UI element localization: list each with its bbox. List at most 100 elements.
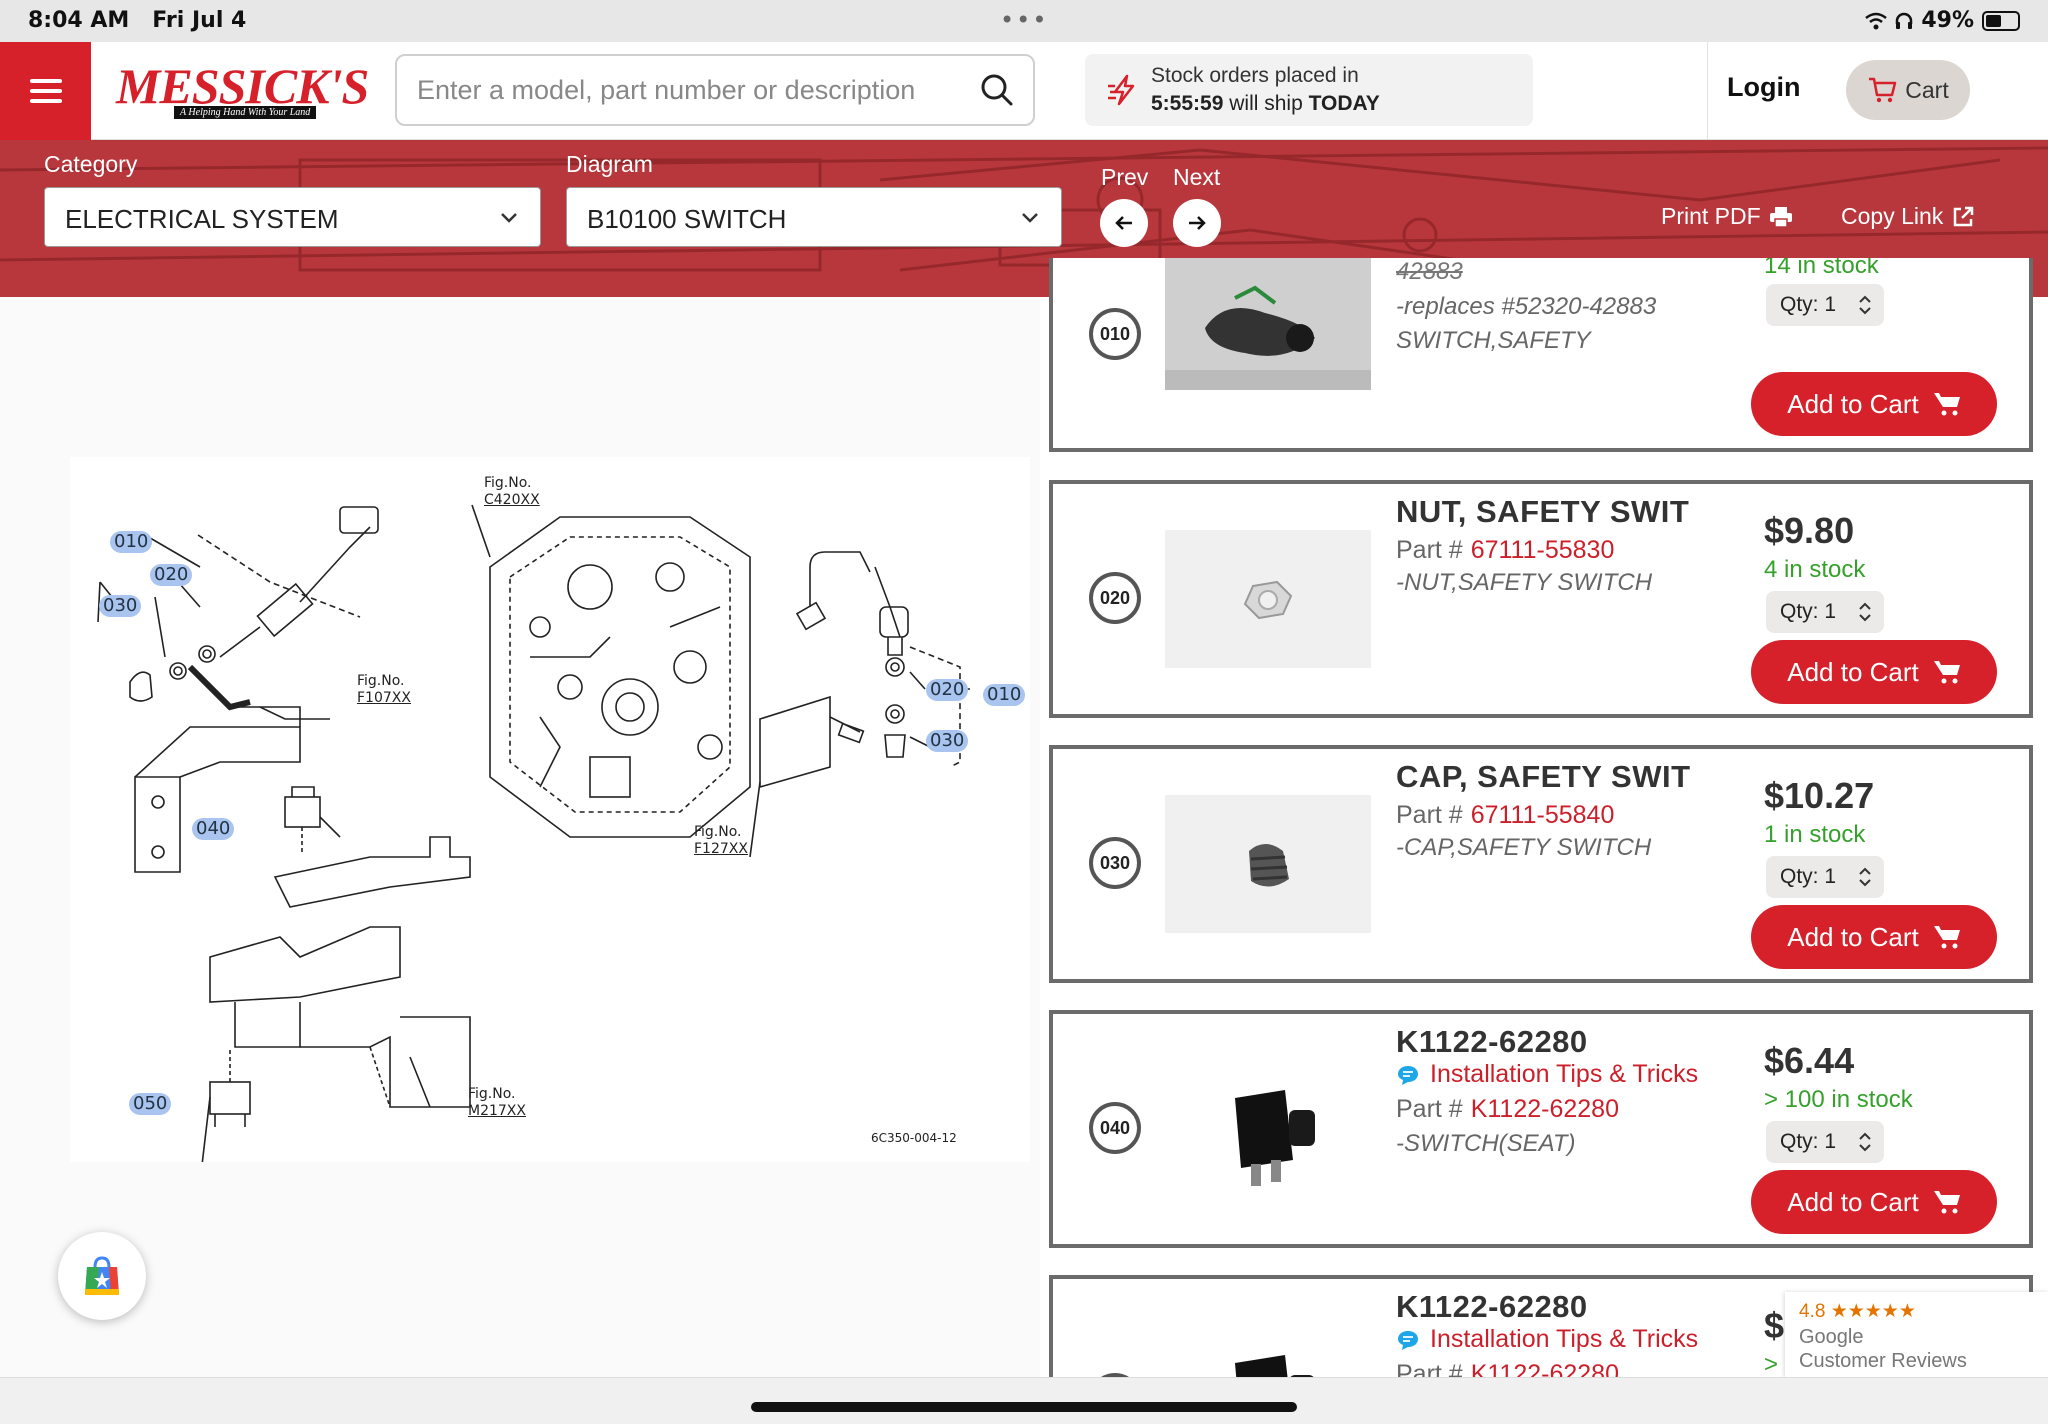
shopping-bag-icon (85, 1256, 119, 1295)
up-down-chevron-icon (1859, 602, 1871, 622)
qty-select[interactable]: Qty: 1 (1766, 1121, 1884, 1163)
parts-diagram[interactable]: 010 020 030 040 050 020 010 030 Fig.No. C… (70, 457, 1030, 1183)
part-number-label: Part # (1396, 536, 1463, 564)
review-score: 4.8 ★★★★★ (1799, 1301, 1916, 1322)
installation-tips-label: Installation Tips & Tricks (1430, 1325, 1699, 1353)
callout-010[interactable]: 010 (110, 531, 153, 553)
google-reviews-badge[interactable]: 4.8 ★★★★★ Google Customer Reviews (1785, 1292, 2048, 1377)
copy-link[interactable]: Copy Link (1841, 203, 1975, 230)
status-time: 8:04 AM Fri Jul 4 (28, 8, 246, 33)
fast-shipping-icon (1108, 74, 1135, 106)
part-name[interactable]: CAP, SAFETY SWIT (1396, 759, 1691, 795)
cart-button[interactable]: Cart (1846, 60, 1970, 120)
callout-010-right[interactable]: 010 (983, 684, 1026, 706)
cart-label: Cart (1905, 76, 1949, 103)
installation-tips-link[interactable]: Installation Tips & Tricks (1396, 1325, 1698, 1354)
up-down-chevron-icon (1859, 1132, 1871, 1152)
part-name[interactable]: NUT, SAFETY SWIT (1396, 494, 1689, 530)
part-description: SWITCH,SAFETY (1396, 327, 1591, 354)
callout-030-right[interactable]: 030 (926, 730, 969, 752)
search-box[interactable] (395, 54, 1035, 126)
part-name[interactable]: K1122-62280 (1396, 1289, 1588, 1325)
fig-f127: Fig.No. F127XX (694, 824, 748, 858)
part-image[interactable] (1165, 530, 1371, 668)
search-input[interactable] (417, 70, 957, 110)
site-logo[interactable]: MESSICK'S A Helping Hand With Your Land (116, 58, 369, 124)
cart-icon (1869, 77, 1897, 103)
fig-c420-label: Fig.No. (484, 475, 532, 491)
installation-tips-link[interactable]: Installation Tips & Tricks (1396, 1060, 1698, 1089)
part-number-link[interactable]: K1122-62280 (1471, 1360, 1619, 1377)
arrow-left-icon (1115, 216, 1132, 230)
battery-percent: 49% (1921, 8, 1974, 33)
copy-link-label: Copy Link (1841, 203, 1944, 229)
header-divider (1707, 42, 1708, 140)
qty-value: Qty: 1 (1780, 865, 1837, 888)
menu-button[interactable] (0, 42, 91, 140)
stock-status: > (1764, 1351, 1779, 1377)
stock-notice-line2: 5:55:59 will ship TODAY (1151, 92, 1380, 116)
add-to-cart-button[interactable]: Add to Cart (1751, 905, 1997, 969)
fig-m217-number: M217XX (468, 1103, 526, 1119)
up-down-chevron-icon (1859, 867, 1871, 887)
part-number: Part # 67111-55830 (1396, 536, 1614, 565)
ref-number[interactable]: 040 (1089, 1102, 1141, 1154)
part-name[interactable]: K1122-62280 (1396, 1024, 1588, 1060)
qty-select[interactable]: Qty: 1 (1766, 591, 1884, 633)
chevron-down-icon (501, 213, 517, 223)
review-label: Customer Reviews (1799, 1350, 1967, 1372)
add-to-cart-button[interactable]: Add to Cart (1751, 1170, 1997, 1234)
callout-050[interactable]: 050 (129, 1093, 172, 1115)
nut-photo (1165, 530, 1371, 668)
part-image[interactable] (1165, 258, 1371, 390)
printer-icon (1769, 206, 1792, 228)
diagram-value: B10100 SWITCH (587, 204, 787, 234)
diagram-select[interactable]: B10100 SWITCH (566, 187, 1062, 247)
ref-number[interactable]: 020 (1089, 572, 1141, 624)
part-image[interactable] (1165, 1060, 1371, 1198)
add-to-cart-button[interactable]: Add to Cart (1751, 640, 1997, 704)
qty-select[interactable]: Qty: 1 (1766, 284, 1884, 326)
part-image[interactable] (1165, 1325, 1371, 1377)
multitask-dots-icon[interactable]: ••• (1000, 6, 1048, 34)
external-link-icon (1954, 206, 1974, 226)
stock-notice-line1: Stock orders placed in (1151, 64, 1359, 87)
cap-photo (1165, 795, 1371, 933)
up-down-chevron-icon (1859, 295, 1871, 315)
callout-040[interactable]: 040 (192, 818, 235, 840)
part-card-030: 030 CAP, SAFETY SWIT Part # 67111-55840 -… (1049, 745, 2033, 983)
logo-text: MESSICK'S (116, 58, 369, 114)
time-text: 8:04 AM (28, 8, 130, 33)
login-link[interactable]: Login (1727, 72, 1800, 103)
stock-countdown: 5:55:59 (1151, 92, 1224, 115)
chat-bubble-icon (1398, 1065, 1418, 1085)
print-pdf-link[interactable]: Print PDF (1661, 203, 1793, 230)
ref-number[interactable]: 030 (1089, 837, 1141, 889)
callout-030[interactable]: 030 (99, 595, 142, 617)
fig-f107-number: F107XX (357, 690, 411, 706)
search-icon[interactable] (979, 72, 1015, 108)
part-number-link[interactable]: 67111-55840 (1471, 801, 1615, 829)
category-select[interactable]: ELECTRICAL SYSTEM (44, 187, 541, 247)
google-shopping-button[interactable] (58, 1232, 146, 1320)
prev-button[interactable] (1100, 199, 1148, 247)
part-image[interactable] (1165, 795, 1371, 933)
callout-020[interactable]: 020 (150, 564, 193, 586)
qty-value: Qty: 1 (1780, 1130, 1837, 1153)
home-indicator[interactable] (751, 1402, 1297, 1412)
ref-number[interactable]: 010 (1089, 308, 1141, 360)
part-number-label: Part # (1396, 1360, 1463, 1377)
part-price: $10.27 (1764, 775, 1875, 816)
qty-select[interactable]: Qty: 1 (1766, 856, 1884, 898)
stock-status: 14 in stock (1764, 258, 1879, 279)
wifi-icon (1865, 12, 1888, 29)
part-name-partial: 42883 (1396, 258, 1463, 285)
callout-020-right[interactable]: 020 (926, 679, 969, 701)
next-button[interactable] (1173, 199, 1221, 247)
qty-value: Qty: 1 (1780, 600, 1837, 623)
add-to-cart-button[interactable]: Add to Cart (1751, 372, 1997, 436)
part-number-link[interactable]: 67111-55830 (1471, 536, 1615, 564)
bottom-bar (0, 1377, 2048, 1424)
part-number-link[interactable]: K1122-62280 (1471, 1095, 1619, 1123)
fig-m217: Fig.No. M217XX (468, 1086, 526, 1120)
